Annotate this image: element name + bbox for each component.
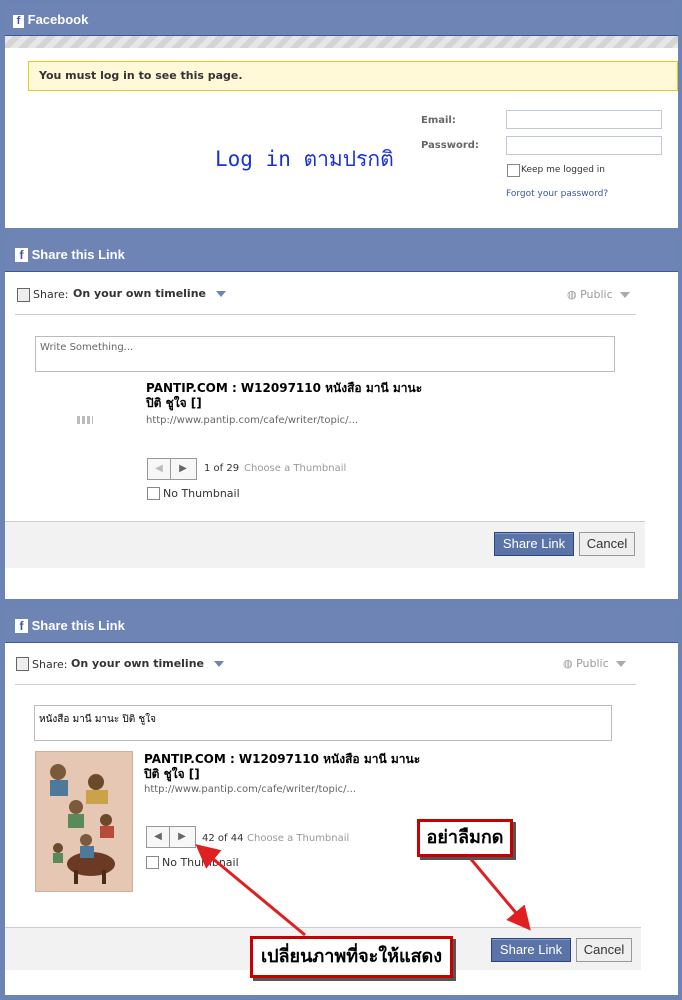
dont-forget-callout: อย่าลืมกด [417,819,513,857]
annotation-arrows [195,844,531,937]
arrow-to-pager [195,844,306,937]
arrow-to-share-button [468,857,531,931]
change-image-callout: เปลี่ยนภาพที่จะให้แสดง [250,936,453,978]
